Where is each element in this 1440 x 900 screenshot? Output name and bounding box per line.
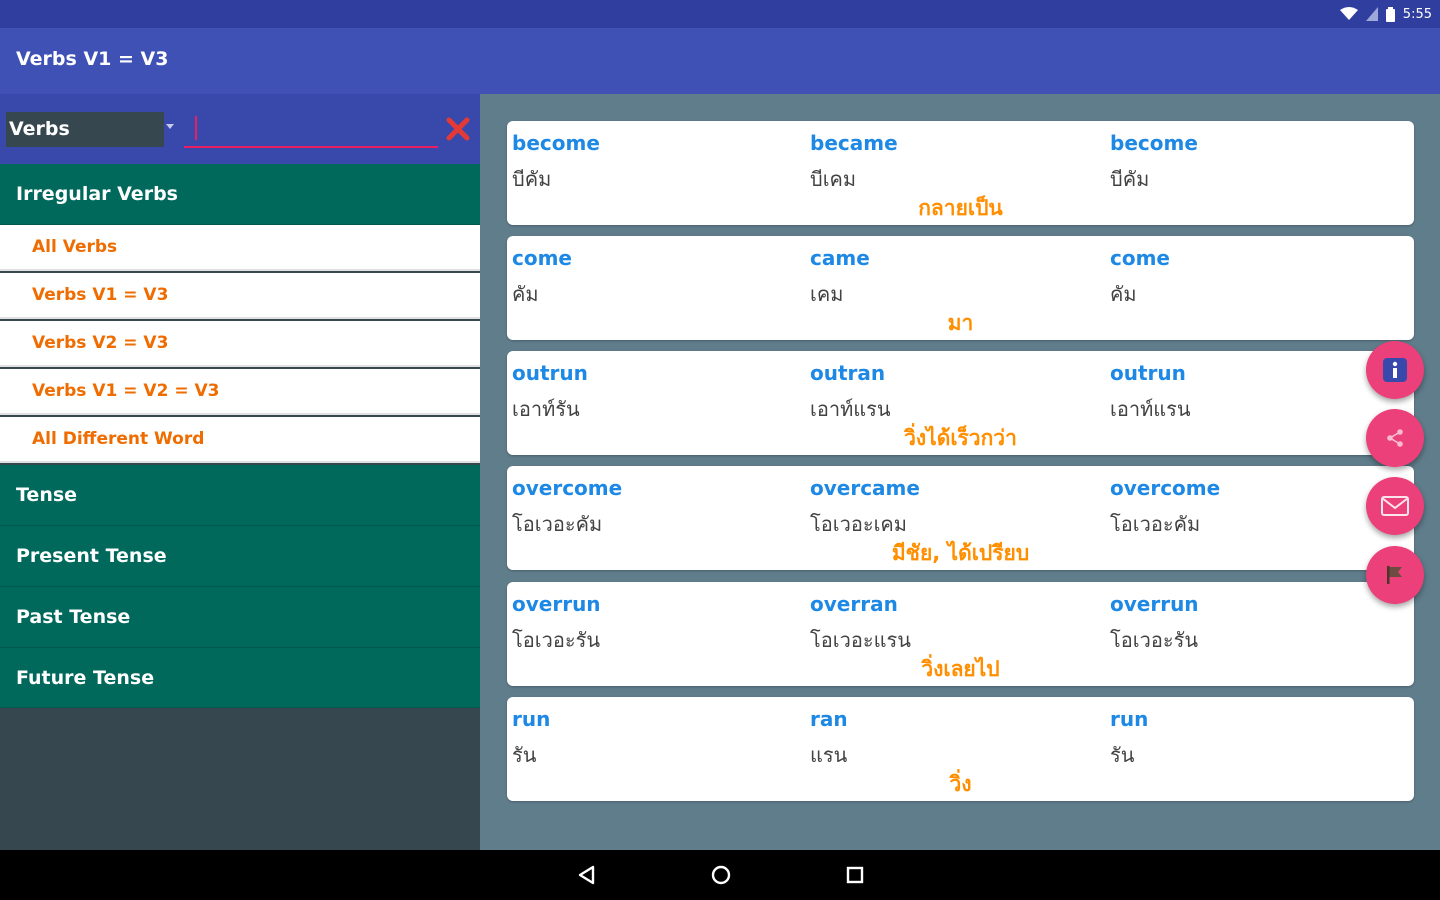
verb-v1: outrun <box>512 361 588 385</box>
share-button[interactable] <box>1366 409 1424 467</box>
back-button[interactable] <box>574 862 600 888</box>
verb-v3-pronunciation: คัม <box>1110 282 1137 306</box>
recents-button[interactable] <box>842 862 868 888</box>
menu-item-verbs-v2-v3[interactable]: Verbs V2 = V3 <box>0 321 480 367</box>
menu-header-tense[interactable]: Tense <box>0 465 480 526</box>
verb-v3-pronunciation: บีคัม <box>1110 167 1150 191</box>
verb-v2-pronunciation: เอาท์แรน <box>810 397 891 421</box>
verb-card[interactable]: outrun เอาท์รัน outran เอาท์แรน outrun เ… <box>507 351 1414 455</box>
verb-v2-pronunciation: โอเวอะแรน <box>810 628 911 652</box>
flag-icon <box>1387 566 1402 584</box>
verb-meaning: กลายเป็น <box>918 196 1003 220</box>
back-icon <box>578 865 595 885</box>
status-time: 5:55 <box>1402 6 1432 22</box>
page-title: Verbs V1 = V3 <box>16 48 169 70</box>
verb-card[interactable]: become บีคัม became บีเคม become บีคัม ก… <box>507 121 1414 225</box>
menu-header-irregular-verbs[interactable]: Irregular Verbs <box>0 164 480 225</box>
status-bar: 5:55 <box>0 0 1440 28</box>
verb-v3: overrun <box>1110 592 1199 616</box>
verb-v2: came <box>810 246 870 270</box>
verb-v1-pronunciation: คัม <box>512 282 539 306</box>
category-dropdown[interactable]: Verbs <box>6 112 164 147</box>
menu-item-past-tense[interactable]: Past Tense <box>0 587 480 648</box>
menu-item-future-tense[interactable]: Future Tense <box>0 648 480 708</box>
share-icon <box>1387 429 1403 447</box>
verb-v1: overrun <box>512 592 601 616</box>
search-input[interactable] <box>184 112 438 148</box>
verb-v3: overcome <box>1110 476 1221 500</box>
signal-icon <box>1365 7 1378 21</box>
recents-icon <box>846 866 864 884</box>
verb-v2: became <box>810 131 898 155</box>
verb-v1-pronunciation: เอาท์รัน <box>512 397 580 421</box>
verb-v1: run <box>512 707 551 731</box>
verb-v1: come <box>512 246 572 270</box>
verb-v3-pronunciation: รัน <box>1110 743 1135 767</box>
verb-v3-pronunciation: เอาท์แรน <box>1110 397 1191 421</box>
verb-v3: become <box>1110 131 1198 155</box>
verb-meaning: วิ่งเลยไป <box>921 657 1000 681</box>
menu-item-verbs-v1-v3[interactable]: Verbs V1 = V3 <box>0 273 480 319</box>
verb-meaning: วิ่ง <box>949 772 972 796</box>
menu-item-all-different-word[interactable]: All Different Word <box>0 417 480 463</box>
verb-card[interactable]: overrun โอเวอะรัน overran โอเวอะแรน over… <box>507 582 1414 686</box>
clear-icon[interactable] <box>444 115 472 143</box>
verb-v3: outrun <box>1110 361 1186 385</box>
menu-item-all-verbs[interactable]: All Verbs <box>0 225 480 271</box>
verb-v1-pronunciation: โอเวอะรัน <box>512 628 600 652</box>
verb-card[interactable]: overcome โอเวอะคัม overcame โอเวอะเคม ov… <box>507 466 1414 570</box>
verb-v1-pronunciation: โอเวอะคัม <box>512 512 603 536</box>
verb-v3: come <box>1110 246 1170 270</box>
system-nav-bar <box>0 850 1440 900</box>
verb-v2: overran <box>810 592 898 616</box>
app-bar: Verbs V1 = V3 <box>0 28 1440 94</box>
email-button[interactable] <box>1366 477 1424 535</box>
menu-item-present-tense[interactable]: Present Tense <box>0 526 480 587</box>
search-row: Verbs <box>0 94 480 164</box>
verb-v2-pronunciation: โอเวอะเคม <box>810 512 907 536</box>
dropdown-arrow-icon[interactable] <box>166 124 174 129</box>
info-button[interactable] <box>1366 341 1424 399</box>
report-button[interactable] <box>1366 546 1424 604</box>
verb-card[interactable]: come คัม came เคม come คัม มา <box>507 236 1414 340</box>
verb-card[interactable]: run รัน ran แรน run รัน วิ่ง <box>507 697 1414 801</box>
verb-meaning: มา <box>947 311 974 335</box>
verb-v3: run <box>1110 707 1149 731</box>
verb-v2-pronunciation: เคม <box>810 282 844 306</box>
verb-v1: become <box>512 131 600 155</box>
drawer-panel: Verbs Irregular Verbs All Verbs Verbs V1… <box>0 94 480 850</box>
wifi-icon <box>1339 7 1358 20</box>
home-button[interactable] <box>708 862 734 888</box>
status-icons: 5:55 <box>1339 5 1432 23</box>
verb-v1-pronunciation: รัน <box>512 743 537 767</box>
verb-v3-pronunciation: โอเวอะคัม <box>1110 512 1201 536</box>
verb-v2: outran <box>810 361 886 385</box>
verb-v2-pronunciation: บีเคม <box>810 167 857 191</box>
mail-icon <box>1381 496 1409 516</box>
verb-v3-pronunciation: โอเวอะรัน <box>1110 628 1198 652</box>
verb-v1-pronunciation: บีคัม <box>512 167 552 191</box>
info-icon <box>1383 358 1407 382</box>
verb-v2-pronunciation: แรน <box>810 743 848 767</box>
home-icon <box>711 865 731 885</box>
battery-icon <box>1385 6 1395 22</box>
verb-v1: overcome <box>512 476 623 500</box>
verb-meaning: มีชัย, ได้เปรียบ <box>891 541 1030 565</box>
menu-item-verbs-v1-v2-v3[interactable]: Verbs V1 = V2 = V3 <box>0 369 480 415</box>
verb-v2: overcame <box>810 476 920 500</box>
verb-v2: ran <box>810 707 848 731</box>
text-cursor <box>195 116 197 140</box>
verb-meaning: วิ่งได้เร็วกว่า <box>904 426 1017 450</box>
